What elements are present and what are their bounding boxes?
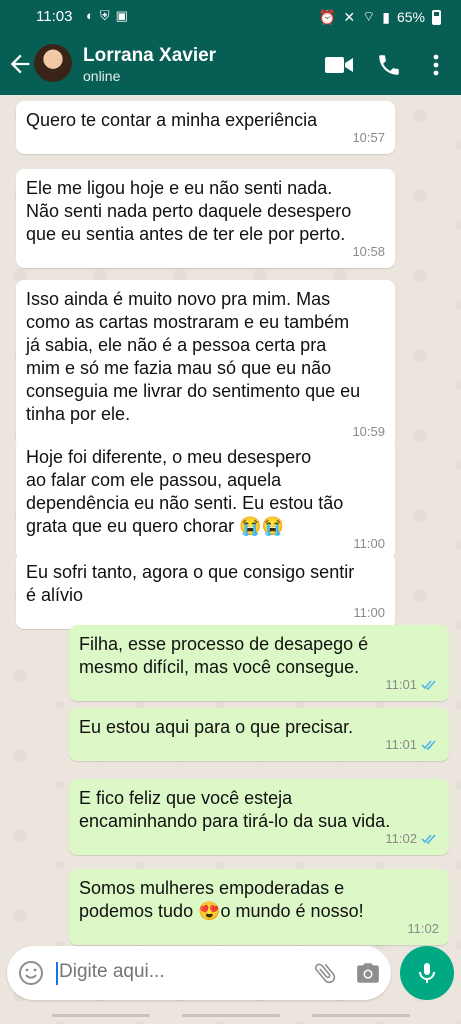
calendar-icon: ▣ <box>115 8 128 23</box>
voice-message-button[interactable] <box>400 946 454 1000</box>
message-time: 10:58 <box>352 240 385 263</box>
status-right: ⏰ ✕ ⌔ ▮ 65% <box>319 8 441 26</box>
message-text: Isso ainda é muito novo pra mim. Mas com… <box>26 289 361 424</box>
message-incoming[interactable]: Hoje foi diferente, o meu desespero ao f… <box>16 438 395 560</box>
message-time: 10:57 <box>352 126 385 149</box>
message-time-text: 10:57 <box>352 130 385 145</box>
battery-percent: 65% <box>396 9 425 25</box>
message-composer <box>7 946 391 1000</box>
status-notification-icons: ◐ ⛨ ▣ <box>86 8 128 24</box>
message-incoming[interactable]: Eu sofri tanto, agora o que consigo sent… <box>16 553 395 629</box>
nav-back-handle[interactable] <box>312 1014 410 1017</box>
message-text: Quero te contar a minha experiência <box>26 110 318 130</box>
avatar[interactable] <box>34 44 72 82</box>
system-navigation-bar <box>0 1006 461 1024</box>
read-ticks-icon <box>421 740 436 750</box>
message-time: 11:02 <box>385 827 439 850</box>
message-time: 11:00 <box>353 601 385 624</box>
wifi-icon: ⌔ <box>362 8 376 24</box>
message-outgoing[interactable]: Filha, esse processo de desapego é mesmo… <box>69 625 449 701</box>
status-time: 11:03 <box>36 8 73 25</box>
notification-icon: ◐ <box>86 8 94 23</box>
read-ticks-icon <box>421 680 436 690</box>
message-incoming[interactable]: Isso ainda é muito novo pra mim. Mas com… <box>16 280 395 448</box>
message-time-text: 10:58 <box>352 244 385 259</box>
more-options-icon[interactable] <box>426 52 446 78</box>
message-time-text: 11:01 <box>385 737 417 752</box>
contact-name[interactable]: Lorrana Xavier <box>83 45 216 67</box>
nav-home-handle[interactable] <box>182 1014 280 1017</box>
message-time-text: 11:02 <box>385 831 417 846</box>
nav-recent-handle[interactable] <box>52 1014 150 1017</box>
message-input[interactable] <box>59 961 299 983</box>
message-text: Somos mulheres empoderadas e podemos tud… <box>79 878 364 921</box>
message-time-text: 11:00 <box>353 536 385 551</box>
message-incoming[interactable]: Quero te contar a minha experiência 10:5… <box>16 101 395 154</box>
status-bar: 11:03 ◐ ⛨ ▣ ⏰ ✕ ⌔ ▮ 65% <box>0 0 461 34</box>
message-time-text: 11:01 <box>385 677 417 692</box>
message-time-text: 11:00 <box>353 605 385 620</box>
video-call-icon[interactable] <box>324 52 354 78</box>
message-time: 11:00 <box>353 532 385 555</box>
phone-icon[interactable] <box>374 52 404 78</box>
message-time: 11:01 <box>385 733 439 756</box>
message-text: Eu sofri tanto, agora o que consigo sent… <box>26 562 355 605</box>
message-time-text: 11:02 <box>407 921 439 936</box>
text-caret <box>56 962 58 985</box>
read-ticks-icon <box>421 834 436 844</box>
message-text: Hoje foi diferente, o meu desespero ao f… <box>26 447 344 536</box>
emoji-icon[interactable] <box>18 960 44 986</box>
message-text: Ele me ligou hoje e eu não senti nada. N… <box>26 178 352 244</box>
battery-icon <box>432 9 441 25</box>
message-outgoing[interactable]: Eu estou aqui para o que precisar. 11:01 <box>69 708 449 761</box>
mute-icon: ✕ <box>343 8 356 25</box>
message-time: 11:02 <box>407 917 439 940</box>
back-arrow-icon[interactable] <box>6 50 34 78</box>
microphone-icon <box>419 963 435 983</box>
message-outgoing[interactable]: E fico feliz que você esteja encaminhand… <box>69 779 449 855</box>
attach-icon[interactable] <box>312 960 338 986</box>
message-time: 11:01 <box>385 673 439 696</box>
contact-presence: online <box>83 68 121 84</box>
alarm-icon: ⏰ <box>318 8 337 25</box>
message-outgoing[interactable]: Somos mulheres empoderadas e podemos tud… <box>69 869 449 945</box>
message-incoming[interactable]: Ele me ligou hoje e eu não senti nada. N… <box>16 169 395 268</box>
chat-area[interactable]: Quero te contar a minha experiência 10:5… <box>0 95 461 1024</box>
chat-header: 11:03 ◐ ⛨ ▣ ⏰ ✕ ⌔ ▮ 65% Lorrana Xavier o… <box>0 0 461 95</box>
camera-icon[interactable] <box>355 960 381 986</box>
shield-icon: ⛨ <box>99 8 110 23</box>
signal-icon: ▮ <box>382 8 390 25</box>
